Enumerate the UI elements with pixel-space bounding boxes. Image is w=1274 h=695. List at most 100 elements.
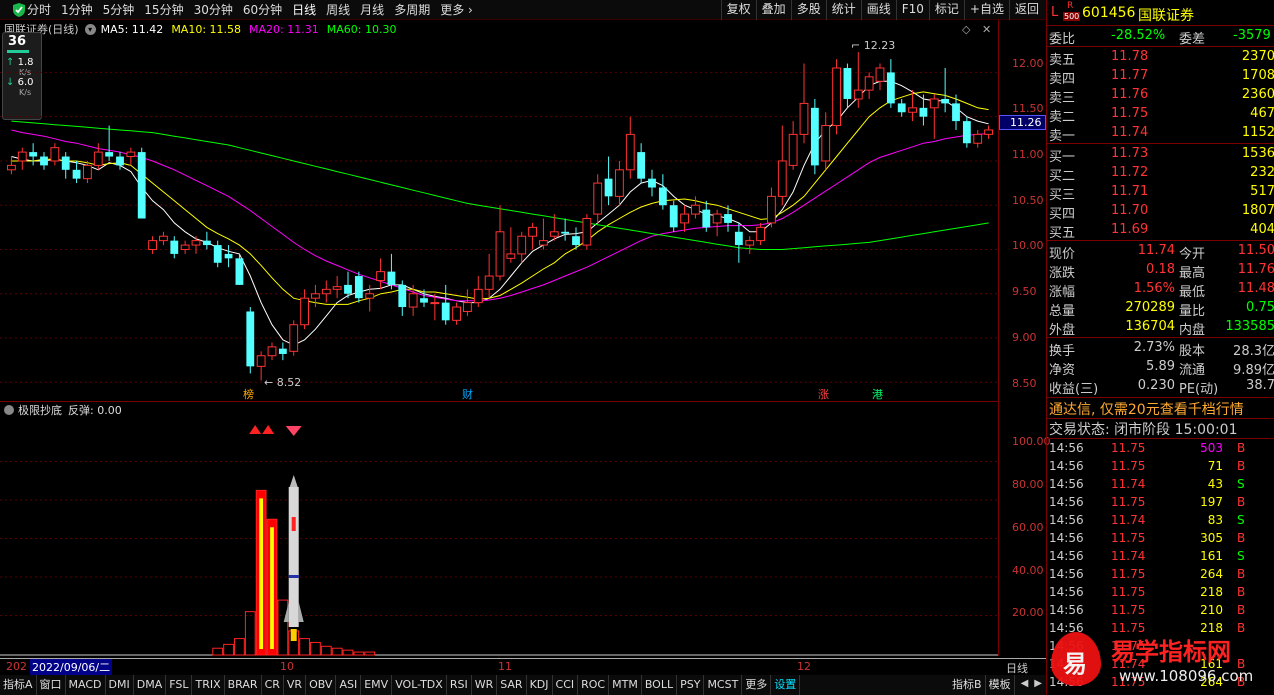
tab-mcst[interactable]: MCST [704,675,743,695]
marker-bang[interactable]: 榜 [243,386,254,402]
tab-roc[interactable]: ROC [578,675,610,695]
period-tab-5min[interactable]: 5分钟 [98,1,140,18]
toolbar-multi-stock-button[interactable]: 多股 [790,0,826,20]
toolbar-stats-button[interactable]: 统计 [825,0,861,20]
marker-gang[interactable]: 港 [872,386,883,402]
stat-value: 9.89亿 [1233,363,1274,378]
candle-body [539,240,548,246]
period-tab-intraday[interactable]: 分时 [22,1,56,18]
stat-label: 内盘 [1179,323,1206,338]
toolbar-back-button[interactable]: 返回 [1008,0,1044,20]
tick-side: S [1237,549,1245,563]
tab-trix[interactable]: TRIX [192,675,225,695]
ad-banner[interactable]: 通达信, 仅需20元查看千档行情 [1049,399,1244,419]
tab-dma[interactable]: DMA [134,675,167,695]
tab-boll[interactable]: BOLL [642,675,678,695]
candle [506,227,516,263]
tab-rsi[interactable]: RSI [447,675,472,695]
close-icon[interactable]: ✕ [982,23,991,36]
candle [777,125,787,206]
period-tab-more[interactable]: 更多 › [435,1,478,18]
tab-fsl[interactable]: FSL [166,675,193,695]
tab-mtm[interactable]: MTM [609,675,642,695]
stat-label: 涨幅 [1049,285,1076,300]
shield-icon[interactable] [11,2,27,18]
order-volume: 2360 [1241,87,1274,102]
tick-price: 11.75 [1111,531,1146,545]
candle [224,245,233,268]
candle [213,240,222,268]
tick-time: 14:56 [1049,531,1084,545]
period-tab-monthly[interactable]: 月线 [355,1,389,18]
price-tick: 9.00 [1012,331,1037,344]
toolbar-f10-button[interactable]: F10 [895,0,929,20]
candle-body [180,244,190,250]
candle-body [767,195,776,224]
tab-more[interactable]: 更多 [742,675,772,695]
tab-emv[interactable]: EMV [361,675,393,695]
tab-kdj[interactable]: KDJ [527,675,553,695]
tab-dmi[interactable]: DMI [106,675,134,695]
candle-body [756,226,765,242]
date-year-prefix: 202 [6,660,27,673]
tick-volume: 210 [1200,603,1223,617]
tab-settings[interactable]: 设置 [771,675,801,695]
tab-indicator-b[interactable]: 指标B [949,675,986,695]
toolbar-add-watchlist-button[interactable]: +自选 [963,0,1009,20]
period-tab-1min[interactable]: 1分钟 [56,1,98,18]
tab-obv[interactable]: OBV [306,675,337,695]
high-annotation: ⌐ 12.23 [851,39,896,52]
tab-vr[interactable]: VR [284,675,307,695]
marker-cai[interactable]: 财 [462,386,473,402]
tab-asi[interactable]: ASI [336,675,362,695]
tab-wr[interactable]: WR [472,675,498,695]
period-tab-daily[interactable]: 日线 [287,1,321,18]
candle [712,209,722,237]
tab-cci[interactable]: CCI [553,675,579,695]
dropdown-circle-icon[interactable]: ▾ [84,23,96,35]
toolbar-fuquan-button[interactable]: 复权 [720,0,756,20]
candle-body [495,231,505,277]
toolbar-overlay-button[interactable]: 叠加 [755,0,791,20]
tab-indicator-a[interactable]: 指标A [0,675,37,695]
period-tab-15min[interactable]: 15分钟 [139,1,188,18]
scroll-right-icon[interactable]: ▶ [1031,675,1046,695]
chart-info-bar: 国联证券(日线) ▾ MA5: 11.42 MA10: 11.58 MA20: … [0,21,998,37]
tab-window[interactable]: 窗口 [37,675,66,695]
candle-body [941,98,950,104]
date-axis-tab[interactable]: 日线 [1006,660,1028,676]
toolbar-draw-button[interactable]: 画线 [860,0,896,20]
ma10-label: MA10: 11.58 [171,22,242,36]
marker-zhang[interactable]: 涨 [818,386,829,402]
price-tick: 10.50 [1012,194,1044,207]
period-tab-weekly[interactable]: 周线 [321,1,355,18]
candle-body [952,103,960,122]
candle-body [202,240,211,246]
separator [1047,143,1274,144]
diamond-icon[interactable]: ◇ [962,23,970,36]
tab-brar[interactable]: BRAR [225,675,262,695]
ind-bar [223,643,234,656]
candle [539,218,548,250]
tab-macd[interactable]: MACD [66,675,106,695]
tick-side: B [1237,567,1246,581]
toolbar-mark-button[interactable]: 标记 [928,0,964,20]
tab-vol-tdx[interactable]: VOL-TDX [392,675,447,695]
candlestick-chart[interactable]: ⌐ 12.23 ← 8.52 榜 财 涨 港 [0,37,998,402]
scroll-left-icon[interactable]: ◀ [1015,675,1032,695]
tick-volume: 71 [1207,459,1223,473]
period-tab-30min[interactable]: 30分钟 [189,1,238,18]
tick-side: B [1237,603,1246,617]
watermark-url: www.108096.com [1119,667,1254,685]
period-tab-60min[interactable]: 60分钟 [238,1,287,18]
tab-cr[interactable]: CR [262,675,284,695]
dropdown-circle-icon[interactable] [4,404,14,415]
indicator-chart[interactable] [0,417,998,658]
tab-sar[interactable]: SAR [497,675,527,695]
period-tab-multi[interactable]: 多周期 [389,1,435,18]
order-price: 11.78 [1111,49,1149,64]
tab-psy[interactable]: PSY [677,675,705,695]
candlestick-svg [0,52,998,383]
tab-template[interactable]: 模板 [986,675,1015,695]
candle [278,342,287,361]
